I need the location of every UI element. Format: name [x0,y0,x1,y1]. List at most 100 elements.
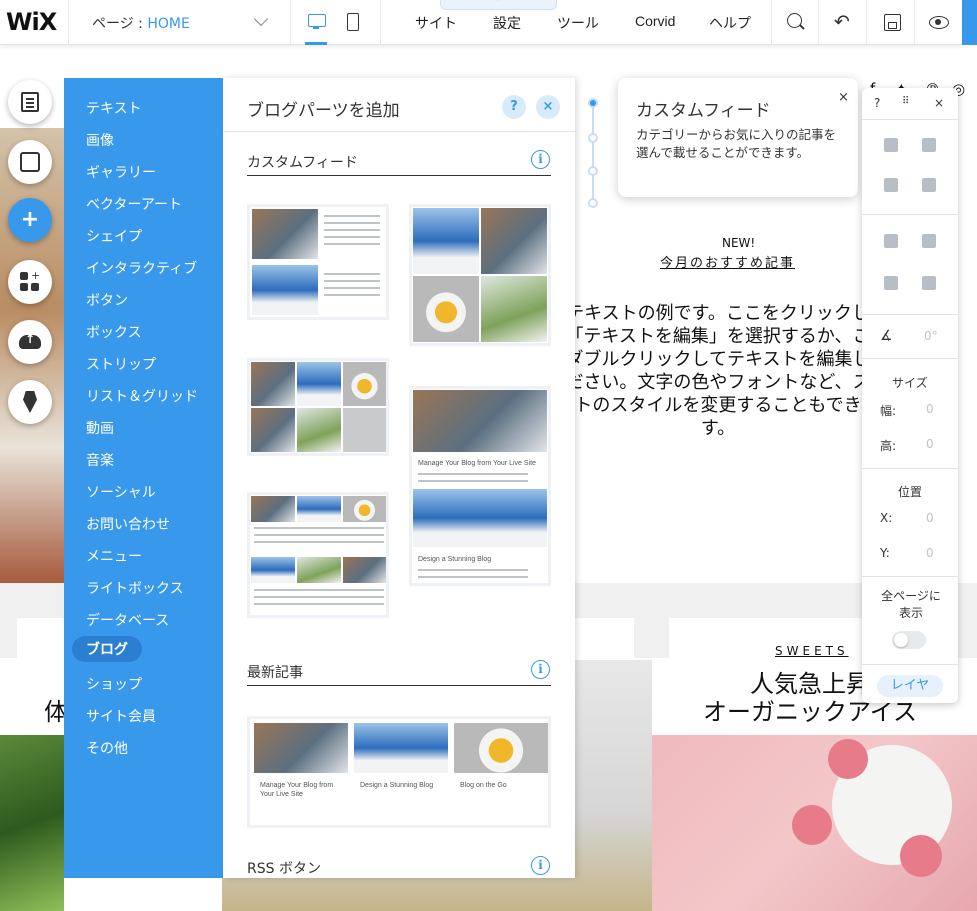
category-vector-art[interactable]: ベクターアート [86,194,182,214]
add-category-panel: テキスト 画像 ギャラリー ベクターアート シェイプ インタラクティブ ボタン … [64,78,223,878]
upload-button[interactable] [8,320,52,364]
category-database[interactable]: データベース [86,610,169,630]
inspector-close-icon[interactable]: × [934,96,944,110]
rotation-value[interactable]: 0° [924,329,938,343]
duplicate-icon[interactable] [884,178,898,192]
distribute-icon[interactable] [884,276,898,290]
divider [68,0,69,45]
thumb-image [481,208,547,274]
info-icon[interactable]: i [531,856,550,875]
category-video[interactable]: 動画 [86,418,114,438]
category-list-grid[interactable]: リスト＆グリッド [86,386,198,406]
feed-layout-mosaic[interactable] [247,358,389,456]
category-music[interactable]: 音楽 [86,450,114,470]
info-icon[interactable]: i [531,660,550,679]
desktop-active-indicator [305,42,327,45]
page-selector[interactable]: ページ : HOME [92,13,190,33]
delete-icon[interactable] [922,178,936,192]
category-gallery[interactable]: ギャラリー [86,162,156,182]
feed-layout-list[interactable] [247,204,389,320]
inspector-panel: ? ⠿ × ∡ 0° サイズ 幅: 0 高: 0 位置 X: 0 Y: 0 全ペ… [862,88,958,703]
category-shape[interactable]: シェイプ [86,226,142,246]
background-button[interactable] [8,140,52,184]
thumb-image [413,390,547,452]
menu-help[interactable]: ヘルプ [709,13,751,33]
menu-corvid[interactable]: Corvid [635,13,675,29]
section-latest-posts: 最新記事 [247,665,303,681]
match-size-icon[interactable] [922,276,936,290]
collapse-tab[interactable]: ⌃ [440,0,557,10]
category-members[interactable]: サイト会員 [86,706,156,726]
copy-icon[interactable] [884,138,898,152]
thumb-image [343,408,386,452]
category-menu[interactable]: メニュー [86,546,142,566]
divider [862,358,958,359]
category-more[interactable]: その他 [86,738,128,758]
site-photo-greens [0,735,64,911]
info-icon[interactable]: i [531,150,550,169]
category-box[interactable]: ボックス [86,322,142,342]
show-on-all-pages-toggle[interactable] [892,631,926,649]
timeline-dot[interactable] [588,198,598,208]
timeline-dot[interactable] [588,166,598,176]
preview-eye-icon[interactable] [929,12,949,32]
section-underline [247,175,551,176]
close-button[interactable]: × [536,95,560,119]
menu-tools[interactable]: ツール [557,13,599,33]
tooltip-close-icon[interactable]: × [838,90,849,105]
timeline-dot[interactable] [588,133,598,143]
feed-layout-column[interactable]: Manage Your Blog from Your Live Site Des… [409,386,551,586]
y-value[interactable]: 0 [926,546,934,560]
category-image[interactable]: 画像 [86,130,114,150]
latest-posts-widget[interactable]: Manage Your Blog from Your Live Site Des… [247,716,551,828]
zoom-icon[interactable] [786,12,806,32]
sweets-label[interactable]: SWEETS [775,644,849,658]
thumb-image [413,276,479,342]
sample-paragraph[interactable]: テキストの例です。ここをクリックし「テキストを編集」を選択するか、こダブルクリッ… [563,302,873,440]
help-button[interactable]: ? [502,95,526,119]
height-value[interactable]: 0 [926,437,934,451]
x-value[interactable]: 0 [926,511,934,525]
apps-button[interactable]: + [8,260,52,304]
arrange-icon[interactable] [884,234,898,248]
category-lightbox[interactable]: ライトボックス [86,578,184,598]
mobile-view-icon[interactable] [345,12,361,32]
menu-site[interactable]: サイト [415,13,457,33]
publish-strip[interactable] [962,0,977,45]
save-icon[interactable] [882,12,902,32]
drag-handle-icon[interactable]: ⠿ [902,96,910,107]
site-photo-icecream [652,735,977,911]
desktop-view-icon[interactable] [308,12,326,32]
align-icon[interactable] [922,234,936,248]
timeline-dot-active[interactable] [588,98,598,108]
blog-manager-button[interactable] [8,380,52,424]
category-social[interactable]: ソーシャル [86,482,156,502]
apps-icon: + [20,270,40,292]
paste-icon[interactable] [922,138,936,152]
category-button[interactable]: ボタン [86,290,128,310]
category-strip[interactable]: ストリップ [86,354,156,374]
thumb-text [254,527,384,547]
featured-articles-link[interactable]: 今月のおすすめ記事 [660,252,795,271]
thumb-text [324,273,380,297]
thumb-image [481,276,547,342]
section-timeline [592,100,594,206]
category-contact[interactable]: お問い合わせ [86,514,170,534]
category-shop[interactable]: ショップ [86,674,142,694]
category-interactive[interactable]: インタラクティブ [86,258,197,278]
menu-settings[interactable]: 設定 [493,13,521,33]
width-value[interactable]: 0 [926,402,934,416]
undo-icon[interactable]: ↶ [832,12,852,32]
wix-logo[interactable]: WiX [6,8,57,36]
inspector-help-icon[interactable]: ? [874,96,880,110]
add-button[interactable]: + [8,198,52,242]
layers-button[interactable]: レイヤ [877,675,943,697]
category-text[interactable]: テキスト [86,98,142,118]
feed-layout-tiles[interactable] [409,204,551,346]
page-selector-label: ページ : [92,16,148,32]
raspberry [792,805,832,845]
chevron-down-icon[interactable] [253,11,269,27]
category-blog[interactable]: ブログ [72,636,142,662]
feed-layout-cards[interactable] [247,492,389,618]
pages-button[interactable] [8,80,52,124]
